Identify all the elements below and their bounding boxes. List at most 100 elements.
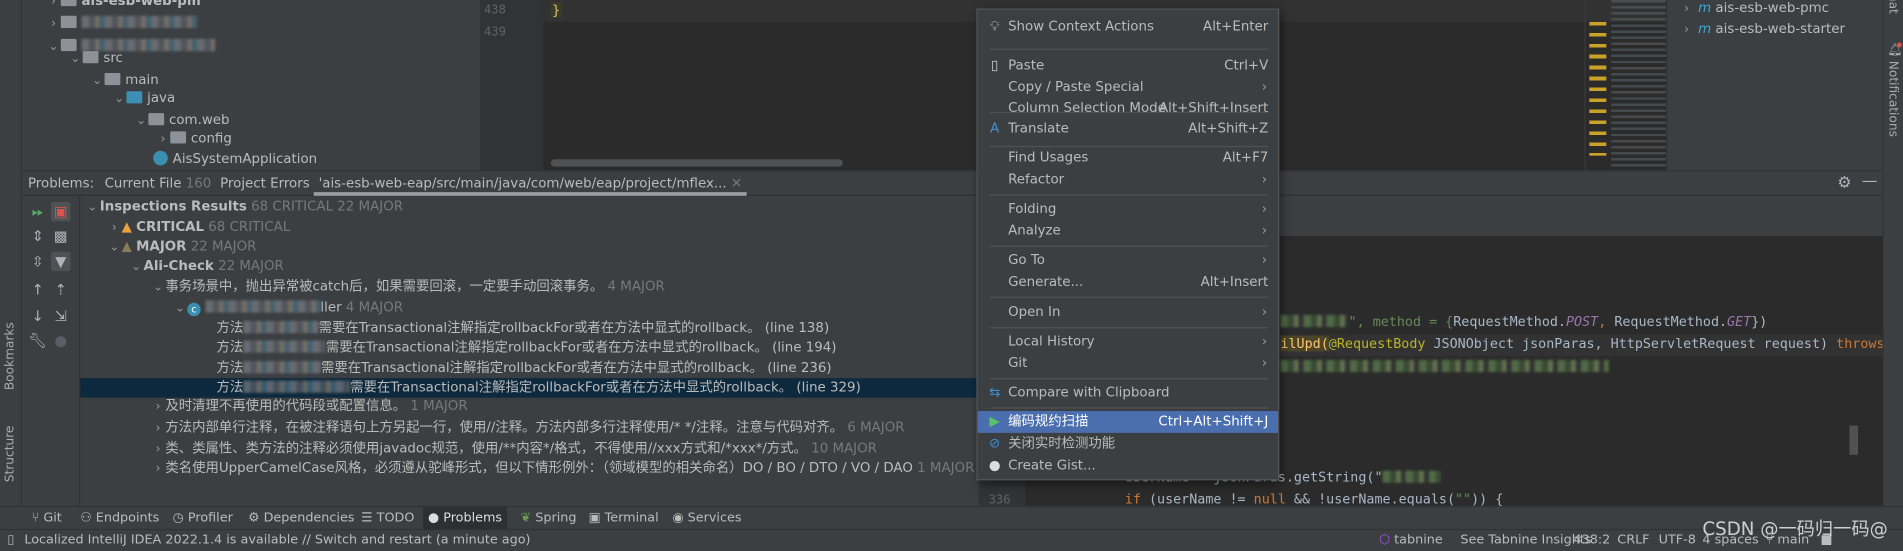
folder-icon [104, 72, 121, 86]
close-tab-icon[interactable]: ✕ [731, 175, 742, 191]
tree-item-ais-esb-web-pmc[interactable]: › m ais-esb-web-pmc [1679, 0, 1829, 18]
tab-problems[interactable]: ● Problems [423, 507, 507, 531]
lightbulb-icon: 💡︎ [989, 18, 1000, 35]
menu-item-paste[interactable]: ▯ Paste Ctrl+V [978, 55, 1278, 77]
tree-node-rule[interactable]: › 及时清理不再使用的代码段或配置信息。 1 MAJOR [151, 395, 468, 416]
tree-item[interactable]: › ais-esb-web-pm [46, 0, 201, 11]
problem-item[interactable]: 方法 需要在Transactional注解指定rollbackFor或者在方法中显… [216, 358, 831, 379]
right-tool-strip: Chat 🔔︎ Notifications [1882, 0, 1903, 506]
menu-item-code-guideline-scan[interactable]: ▶ 编码规约扫描 Ctrl+Alt+Shift+J [977, 411, 1279, 433]
menu-item-compare-with-clipboard[interactable]: ⇆ Compare with Clipboard [978, 382, 1278, 404]
menu-item-git[interactable]: Git › [978, 353, 1278, 375]
submenu-arrow-icon: › [1261, 304, 1268, 320]
tab-project-errors[interactable]: Project Errors [215, 171, 314, 195]
submenu-arrow-icon: › [1261, 222, 1268, 239]
warning-icon: ▲ [121, 238, 132, 255]
tree-node-ali-check[interactable]: ⌄ Ali-Check 22 MAJOR [129, 255, 284, 276]
tab-terminal[interactable]: ▣ Terminal [584, 507, 664, 530]
blurred-code [1280, 359, 1609, 375]
tree-item-ais-esb-web-starter[interactable]: › m ais-esb-web-starter [1679, 18, 1845, 39]
notifications-tool-button[interactable]: Notifications [1886, 61, 1899, 137]
line-ending-selector[interactable]: CRLF [1617, 530, 1649, 551]
group-by-directory-icon[interactable]: ▩ [51, 226, 70, 245]
tab-profiler[interactable]: ◷ Profiler [168, 507, 238, 530]
vertical-scrollbar[interactable] [1849, 425, 1859, 455]
problems-label: Problems: [27, 175, 95, 191]
autoscroll-to-source-icon[interactable]: ⇡ [51, 280, 70, 299]
source-folder-icon [126, 91, 143, 104]
notification-badge [1896, 42, 1902, 48]
tab-dependencies[interactable]: ⚙ Dependencies [243, 507, 359, 530]
menu-item-local-history[interactable]: Local History › [978, 331, 1278, 353]
tab-file-inspection[interactable]: 'ais-esb-web-eap/src/main/java/com/web/e… [313, 171, 747, 196]
menu-item-refactor[interactable]: Refactor › [978, 169, 1278, 191]
horizontal-scrollbar[interactable] [550, 159, 843, 167]
tree-item[interactable]: › [46, 12, 197, 33]
next-problem-icon[interactable]: ↓ [28, 306, 47, 325]
minimize-icon[interactable]: — [1862, 173, 1878, 191]
line-number: 438 [483, 3, 506, 18]
status-bar: ▯ Localized IntelliJ IDEA 2022.1.4 is av… [0, 519, 1903, 551]
menu-item-translate[interactable]: A Translate Alt+Shift+Z [978, 118, 1278, 140]
tab-spring[interactable]: ❦ Spring [516, 507, 582, 530]
tree-node-major[interactable]: ⌄ ▲ MAJOR 22 MAJOR [107, 236, 256, 257]
tab-endpoints[interactable]: ⚇ Endpoints [75, 507, 164, 530]
problem-item[interactable]: 方法 需要在Transactional注解指定rollbackFor或者在方法中显… [216, 337, 836, 358]
tree-node-rule[interactable]: › 方法内部单行注释，在被注释语句上方另起一行，使用//注释。方法内部多行注释使用… [151, 417, 905, 438]
submenu-arrow-icon: › [1261, 200, 1268, 217]
menu-item-folding[interactable]: Folding › [978, 198, 1278, 220]
tree-node-rule[interactable]: › 类名使用UpperCamelCase风格，必须遵从驼峰形式，但以下情形例外：（… [151, 457, 975, 478]
tab-todo[interactable]: ☰ TODO [356, 507, 419, 530]
tabnine-insights-link[interactable]: See Tabnine Insights [1460, 530, 1591, 551]
inspection-results-tree: ⌄ Inspections Results 68 CRITICAL 22 MAJO… [79, 195, 981, 508]
encoding-selector[interactable]: UTF-8 [1659, 530, 1696, 551]
tab-current-file[interactable]: Current File 160 [100, 171, 216, 195]
previous-problem-icon[interactable]: ↑ [28, 280, 47, 299]
minimap[interactable] [1611, 0, 1666, 171]
menu-item-disable-realtime-check[interactable]: ⊘ 关闭实时检测功能 [978, 433, 1278, 455]
rerun-icon[interactable]: ⏩︎ [28, 202, 47, 221]
tab-git[interactable]: ⑂ Git [27, 507, 67, 530]
tree-item-src[interactable]: ⌄ src [68, 47, 123, 68]
problem-item[interactable]: 方法 需要在Transactional注解指定rollbackFor或者在方法中显… [216, 317, 829, 338]
menu-item-copy-paste-special[interactable]: Copy / Paste Special › [978, 77, 1278, 99]
menu-item-show-context-actions[interactable]: 💡︎ Show Context Actions Alt+Enter [978, 16, 1278, 38]
menu-item-open-in[interactable]: Open In › [978, 302, 1278, 324]
structure-tool-button[interactable]: Structure [4, 426, 17, 483]
caret-position[interactable]: 438:2 [1574, 530, 1611, 551]
menu-item-find-usages[interactable]: Find Usages Alt+F7 [978, 147, 1278, 169]
gear-icon[interactable]: ⚙ [1837, 174, 1851, 192]
tree-node-class[interactable]: ⌄ c ller 4 MAJOR [173, 297, 403, 318]
menu-item-analyze[interactable]: Analyze › [978, 220, 1278, 242]
menu-item-generate[interactable]: Generate... Alt+Insert [978, 271, 1278, 293]
settings-wrench-icon[interactable]: 🔧︎ [28, 331, 47, 350]
group-by-severity-icon[interactable]: ▣ [51, 201, 71, 222]
error-stripe[interactable] [1589, 21, 1607, 156]
submenu-arrow-icon: › [1261, 251, 1268, 268]
menu-item-column-selection-mode[interactable]: Column Selection Mode Alt+Shift+Insert [978, 97, 1278, 119]
bookmarks-tool-button[interactable]: Bookmarks [4, 322, 17, 390]
tree-item-java[interactable]: ⌄ java [112, 88, 175, 109]
tree-node-critical[interactable]: › ▲ CRITICAL 68 CRITICAL [107, 216, 290, 237]
export-icon[interactable]: ⇲ [51, 306, 70, 325]
disable-icon: ⊘ [989, 435, 1001, 452]
expand-all-icon[interactable]: ⇕ [28, 226, 47, 245]
tree-item-config[interactable]: › config [156, 128, 232, 149]
tree-node-rule[interactable]: › 类、类属性、类方法的注释必须使用javadoc规范，使用/**内容*/格式，不… [151, 438, 877, 459]
menu-item-go-to[interactable]: Go To › [978, 249, 1278, 271]
github-icon: ● [988, 457, 1001, 474]
collapse-all-icon[interactable]: ⇳ [28, 252, 47, 271]
warning-icon: ▲ [121, 218, 132, 235]
status-message[interactable]: Localized IntelliJ IDEA 2022.1.4 is avai… [24, 530, 530, 551]
tab-services[interactable]: ◉ Services [668, 507, 747, 530]
tabnine-status[interactable]: ⬡ tabnine [1379, 530, 1443, 551]
line-number: 439 [483, 25, 506, 39]
menu-item-create-gist[interactable]: ● Create Gist... [978, 455, 1278, 477]
chat-tool-button[interactable]: Chat [1886, 0, 1899, 14]
filter-icon[interactable]: ▼ [51, 251, 71, 272]
tree-node-rule[interactable]: ⌄ 事务场景中，抛出异常被catch后，如果需要回滚，一定要手动回滚事务。 4 M… [151, 276, 665, 297]
tree-node-inspections-results[interactable]: ⌄ Inspections Results 68 CRITICAL 22 MAJO… [85, 196, 403, 217]
code-line: ilUpd(@RequestBody JSONObject jsonParas,… [1280, 335, 1883, 352]
tree-item-aissystemapplication[interactable]: AisSystemApplication [153, 148, 317, 169]
submenu-arrow-icon: › [1261, 171, 1268, 188]
